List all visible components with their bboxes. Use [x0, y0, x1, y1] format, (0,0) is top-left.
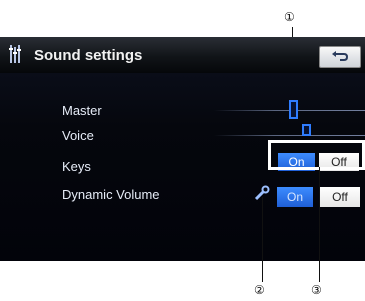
- voice-slider-handle[interactable]: [302, 124, 311, 136]
- callout-1: ①: [284, 10, 295, 24]
- title-bar: Sound settings: [0, 37, 365, 73]
- dynamic-volume-label: Dynamic Volume: [62, 187, 160, 202]
- page-title: Sound settings: [34, 47, 143, 64]
- master-label: Master: [62, 103, 102, 118]
- back-arrow-icon: [332, 51, 349, 61]
- voice-label: Voice: [62, 128, 94, 143]
- menu-icon[interactable]: [8, 43, 24, 70]
- dynamic-volume-off-button[interactable]: Off: [320, 187, 360, 207]
- master-slider-handle[interactable]: [289, 100, 298, 119]
- callout-2-line: [262, 197, 263, 282]
- callout-3: ③: [311, 283, 322, 297]
- dynamic-volume-on-button[interactable]: On: [277, 187, 313, 207]
- callout-3-line: [319, 167, 320, 282]
- back-button[interactable]: [319, 46, 361, 68]
- voice-slider-track[interactable]: [214, 135, 365, 136]
- keys-highlight-box: [268, 140, 365, 170]
- keys-label: Keys: [62, 159, 91, 174]
- callout-2: ②: [254, 283, 265, 297]
